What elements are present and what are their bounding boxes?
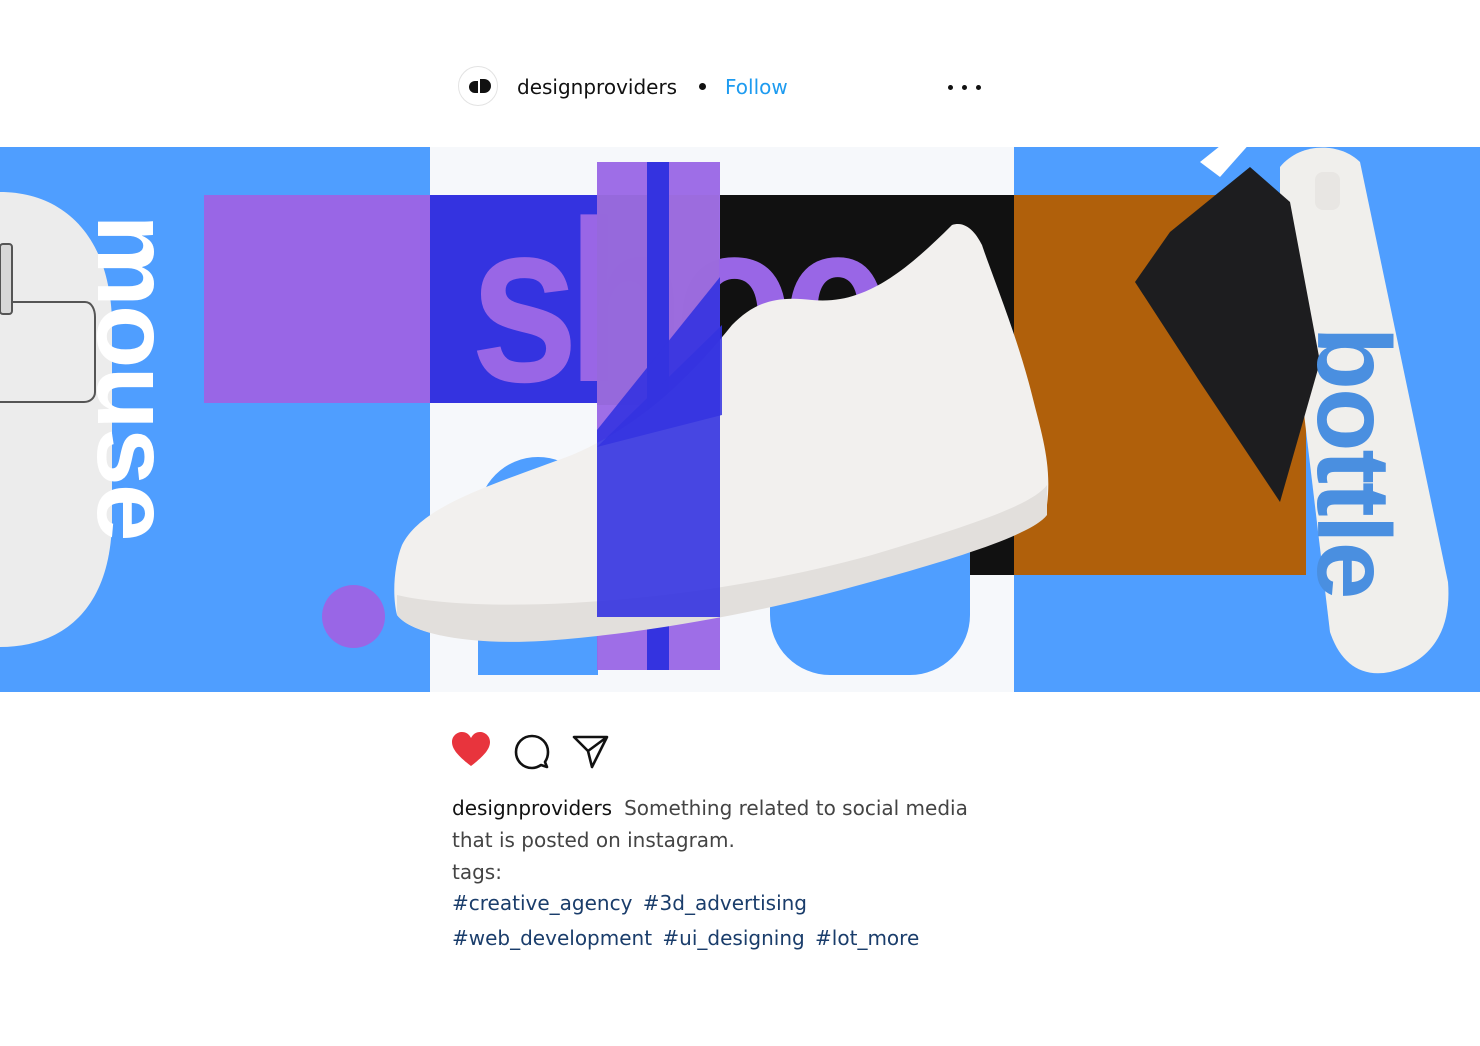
tags-row-2: #web_development #ui_designing #lot_more bbox=[452, 921, 1012, 956]
post-actions bbox=[452, 732, 632, 772]
post-image[interactable]: mouse shoe bottle bbox=[0, 122, 1480, 692]
more-options-icon[interactable] bbox=[948, 79, 982, 95]
tags-row-1: #creative_agency #3d_advertising bbox=[452, 886, 1012, 921]
hashtag-link[interactable]: #ui_designing bbox=[662, 926, 804, 950]
comment-icon[interactable] bbox=[514, 734, 550, 770]
follow-button[interactable]: Follow bbox=[725, 75, 788, 99]
sneaker-image bbox=[394, 224, 1049, 642]
hashtag-link[interactable]: #web_development bbox=[452, 926, 652, 950]
caption-text: Something related to social media bbox=[624, 796, 968, 820]
post-caption: designproviders Something related to soci… bbox=[452, 792, 1012, 888]
caption-line-1: designproviders Something related to soci… bbox=[452, 792, 1012, 824]
hashtag-link[interactable]: #3d_advertising bbox=[643, 891, 807, 915]
post-header: designproviders Follow bbox=[458, 66, 988, 110]
tags-label: tags: bbox=[452, 860, 502, 884]
word-mouse: mouse bbox=[75, 214, 191, 540]
word-bottle: bottle bbox=[1295, 326, 1411, 598]
purple-dot bbox=[322, 585, 385, 648]
post-username[interactable]: designproviders bbox=[517, 75, 677, 99]
send-icon[interactable] bbox=[572, 734, 610, 770]
separator-dot bbox=[699, 83, 706, 90]
brand-logo-icon bbox=[469, 79, 491, 93]
heart-icon[interactable] bbox=[452, 732, 490, 768]
avatar[interactable] bbox=[458, 66, 498, 106]
hashtag-link[interactable]: #lot_more bbox=[815, 926, 919, 950]
hashtags: #creative_agency #3d_advertising #web_de… bbox=[452, 886, 1012, 956]
caption-line-2: that is posted on instagram. bbox=[452, 828, 735, 852]
caption-username[interactable]: designproviders bbox=[452, 796, 612, 820]
hashtag-link[interactable]: #creative_agency bbox=[452, 891, 632, 915]
